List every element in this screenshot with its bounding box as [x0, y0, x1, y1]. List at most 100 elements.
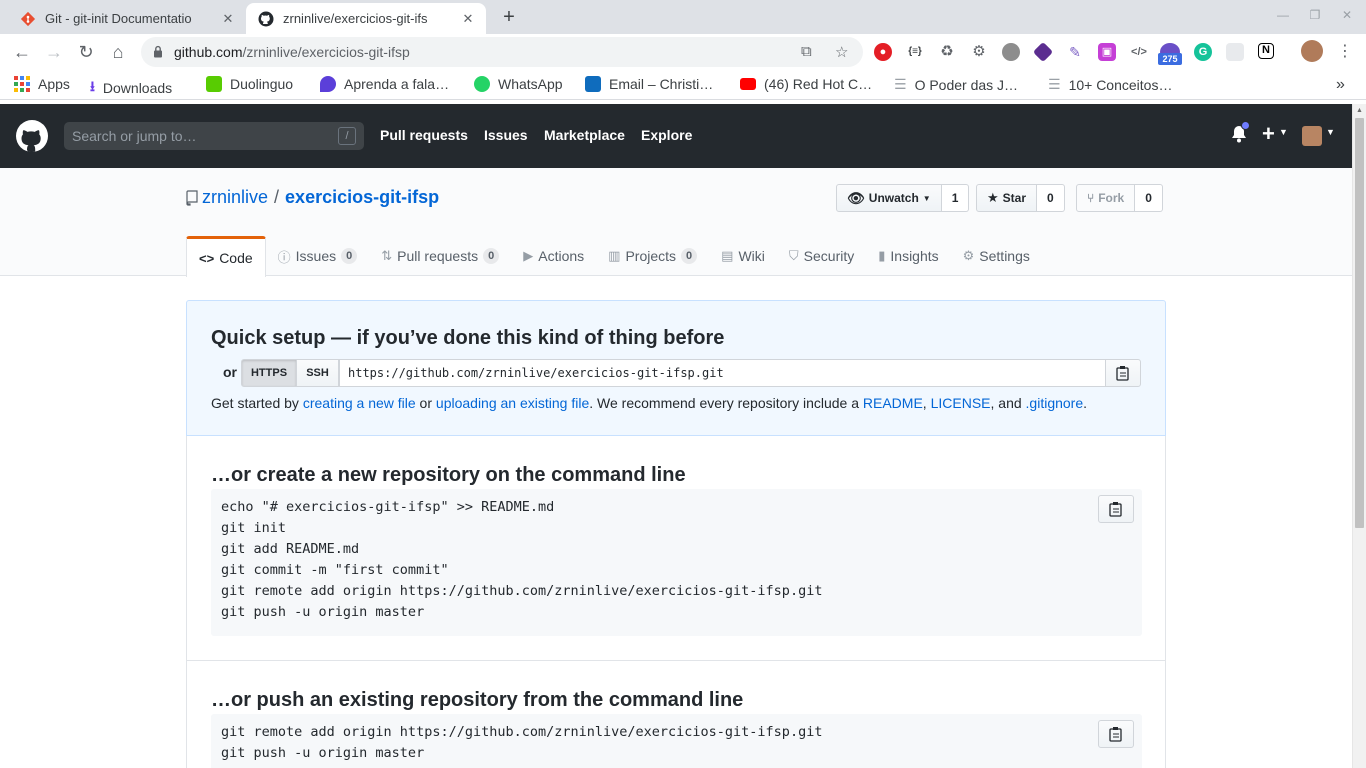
- repo-name-link[interactable]: exercicios-git-ifsp: [285, 187, 439, 208]
- close-icon[interactable]: ✕: [220, 11, 236, 27]
- nav-pull-requests[interactable]: Pull requests: [380, 127, 468, 143]
- chevron-down-icon[interactable]: ▼: [1279, 127, 1288, 137]
- watch-count[interactable]: 1: [941, 184, 970, 212]
- bookmark-email[interactable]: Email – Christi…: [585, 76, 713, 92]
- recycle-extension-icon[interactable]: ♻: [938, 43, 956, 61]
- upload-file-link[interactable]: uploading an existing file: [436, 395, 589, 411]
- tab-label: Pull requests: [397, 248, 479, 264]
- nav-issues[interactable]: Issues: [484, 127, 528, 143]
- project-icon: ▥: [608, 248, 621, 263]
- tab-counter: 0: [681, 248, 698, 264]
- https-toggle[interactable]: HTTPS: [241, 359, 297, 387]
- youtube-icon: [740, 78, 756, 90]
- maximize-icon[interactable]: ❐: [1306, 8, 1324, 22]
- back-icon[interactable]: ←: [11, 41, 33, 63]
- opera-extension-icon[interactable]: ●: [874, 43, 892, 61]
- create-new-icon[interactable]: +: [1262, 121, 1275, 147]
- blank-extension-icon[interactable]: [1226, 43, 1244, 61]
- fork-button[interactable]: ⑂ Fork: [1076, 184, 1136, 212]
- clone-url-input[interactable]: https://github.com/zrninlive/exercicios-…: [339, 359, 1106, 387]
- new-tab-button[interactable]: +: [498, 6, 520, 28]
- tab-insights[interactable]: ▮ Insights: [866, 236, 950, 276]
- tab-label: Actions: [538, 248, 585, 264]
- or-label: or: [223, 364, 237, 380]
- scroll-up-icon[interactable]: ▲: [1356, 107, 1363, 114]
- bookmark-whatsapp[interactable]: WhatsApp: [474, 76, 563, 92]
- star-count[interactable]: 0: [1037, 184, 1065, 212]
- profile-avatar[interactable]: [1301, 40, 1323, 62]
- photo-extension-icon[interactable]: ▣: [1098, 43, 1116, 61]
- bookmark-duolinguo[interactable]: Duolinguo: [206, 76, 293, 92]
- user-avatar[interactable]: [1302, 126, 1322, 146]
- notion-icon[interactable]: N: [1258, 43, 1274, 59]
- tab-actions[interactable]: ▶ Actions: [511, 236, 596, 276]
- address-bar[interactable]: github.com/zrninlive/exercicios-git-ifsp…: [141, 37, 863, 67]
- repo-owner-link[interactable]: zrninlive: [202, 187, 268, 208]
- copy-url-button[interactable]: [1105, 359, 1141, 387]
- readme-link[interactable]: README: [863, 395, 923, 411]
- minimize-icon[interactable]: —: [1274, 8, 1292, 22]
- repo-path-separator: /: [274, 187, 280, 207]
- cube-extension-icon[interactable]: [1032, 41, 1054, 63]
- browser-menu-icon[interactable]: ⋮: [1334, 41, 1356, 63]
- gitignore-link[interactable]: .gitignore: [1026, 395, 1084, 411]
- tab-label: Settings: [979, 248, 1030, 264]
- lock-icon: [154, 45, 162, 58]
- cog-extension-icon[interactable]: ⚙: [970, 43, 988, 61]
- bookmark-label: WhatsApp: [498, 76, 563, 92]
- note-text: .: [1083, 395, 1088, 411]
- grammarly-icon[interactable]: G: [1194, 43, 1212, 61]
- copy-code-button[interactable]: [1098, 720, 1134, 748]
- tab-issues[interactable]: ⓘ Issues 0: [266, 236, 370, 276]
- reload-icon[interactable]: ↻: [75, 41, 97, 63]
- close-icon[interactable]: ✕: [460, 11, 476, 27]
- tomato-extension-icon[interactable]: [1002, 43, 1020, 61]
- tab-settings[interactable]: ⚙ Settings: [951, 236, 1042, 276]
- license-link[interactable]: LICENSE: [931, 395, 991, 411]
- more-bookmarks-button[interactable]: »: [1336, 76, 1345, 94]
- copy-code-button[interactable]: [1098, 495, 1134, 523]
- tab-security[interactable]: ⛉ Security: [777, 236, 866, 276]
- tab-pull-requests[interactable]: ⇅ Pull requests 0: [369, 236, 511, 276]
- eyedropper-extension-icon[interactable]: ✎: [1066, 43, 1084, 61]
- github-logo-icon[interactable]: [16, 120, 48, 152]
- git-icon: [20, 11, 36, 26]
- chevron-down-icon[interactable]: ▼: [1326, 127, 1335, 137]
- json-extension-icon[interactable]: {≡}: [906, 43, 924, 61]
- nav-marketplace[interactable]: Marketplace: [544, 127, 625, 143]
- code-extension-icon[interactable]: </>: [1130, 43, 1148, 61]
- bookmark-aprenda[interactable]: Aprenda a fala…: [320, 76, 449, 92]
- bookmark-label: Duolinguo: [230, 76, 294, 92]
- create-new-file-link[interactable]: creating a new file: [303, 395, 416, 411]
- search-input[interactable]: Search or jump to… /: [64, 122, 364, 150]
- bookmark-apps[interactable]: Apps: [14, 76, 70, 92]
- search-shortcut-key: /: [338, 127, 356, 145]
- bookmark-downloads[interactable]: ⭳ Downloads: [90, 76, 172, 100]
- forward-icon[interactable]: →: [43, 41, 65, 63]
- bookmark-o-poder[interactable]: ☰ O Poder das J…: [894, 76, 1018, 93]
- scrollbar-thumb[interactable]: [1355, 118, 1364, 528]
- tab-wiki[interactable]: ▤ Wiki: [709, 236, 777, 276]
- home-icon[interactable]: ⌂: [107, 41, 129, 63]
- unwatch-button[interactable]: 👁 Unwatch ▼: [836, 184, 942, 212]
- browser-tab-git-docs[interactable]: Git - git-init Documentatio ✕: [8, 3, 246, 34]
- bookmark-youtube[interactable]: (46) Red Hot C…: [740, 76, 872, 92]
- nav-explore[interactable]: Explore: [641, 127, 692, 143]
- window-close-icon[interactable]: ✕: [1338, 8, 1356, 22]
- star-button[interactable]: ★ Star: [976, 184, 1037, 212]
- star-bookmark-icon[interactable]: ☆: [835, 43, 848, 61]
- tab-code[interactable]: <> Code: [186, 236, 266, 277]
- tab-projects[interactable]: ▥ Projects 0: [596, 236, 709, 276]
- translate-icon[interactable]: ⧉: [801, 43, 812, 60]
- book-icon: ▤: [721, 248, 734, 263]
- outlook-icon: [585, 76, 601, 92]
- clipboard-icon: [1109, 727, 1122, 742]
- browser-tab-github[interactable]: zrninlive/exercicios-git-ifs ✕: [246, 3, 486, 34]
- fork-count[interactable]: 0: [1135, 184, 1163, 212]
- repo-title: zrninlive / exercicios-git-ifsp: [186, 187, 439, 208]
- url-path: /zrninlive/exercicios-git-ifsp: [242, 44, 410, 60]
- ssh-toggle[interactable]: SSH: [296, 359, 339, 387]
- page-scrollbar[interactable]: ▲: [1352, 104, 1366, 768]
- bookmark-conceitos[interactable]: ☰ 10+ Conceitos…: [1048, 76, 1172, 93]
- tab-label: Code: [219, 250, 253, 266]
